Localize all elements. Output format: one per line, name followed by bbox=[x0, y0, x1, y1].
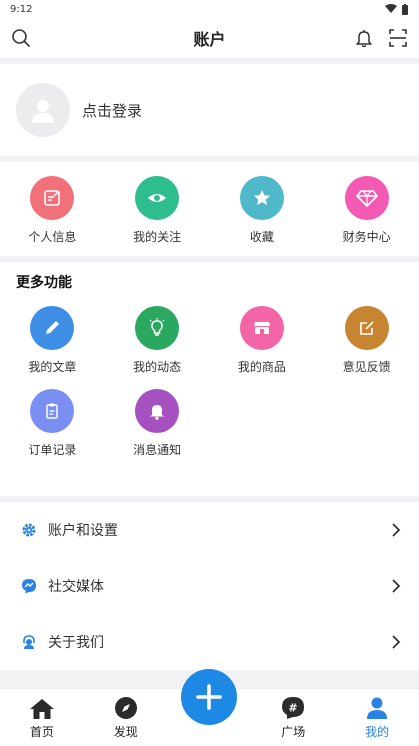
edit-icon bbox=[30, 176, 75, 220]
settings-list: 账户和设置 社交媒体 关于我们 bbox=[0, 502, 419, 670]
feature-label: 我的商品 bbox=[237, 360, 286, 374]
feature-my-articles[interactable]: 我的文章 bbox=[0, 306, 105, 375]
settings-item-account[interactable]: 账户和设置 bbox=[0, 502, 419, 558]
chevron-right-icon bbox=[389, 579, 403, 593]
tab-label: 发现 bbox=[113, 725, 138, 739]
more-features: 更多功能 我的文章 我的动态 我的商品 意见反馈 订单记录 消息通知 bbox=[0, 262, 419, 496]
settings-item-label: 账户和设置 bbox=[48, 523, 118, 539]
bell-icon bbox=[135, 389, 180, 433]
eye-icon bbox=[135, 176, 180, 220]
status-bar: 9:12 bbox=[0, 0, 419, 18]
tab-square[interactable]: # 广场 bbox=[251, 689, 335, 746]
login-text[interactable]: 点击登录 bbox=[82, 100, 142, 121]
user-placeholder-icon bbox=[32, 100, 54, 123]
feature-notifications[interactable]: 消息通知 bbox=[105, 389, 210, 458]
feedback-icon bbox=[344, 306, 389, 350]
header: 账户 bbox=[0, 18, 419, 58]
add-button[interactable] bbox=[181, 669, 238, 725]
more-features-row: 订单记录 消息通知 bbox=[0, 389, 419, 458]
scan-icon[interactable] bbox=[387, 27, 409, 49]
settings-item-label: 社交媒体 bbox=[48, 579, 104, 595]
diamond-icon bbox=[344, 176, 389, 220]
more-features-row: 我的文章 我的动态 我的商品 意见反馈 bbox=[0, 306, 419, 375]
tab-mine[interactable]: 我的 bbox=[335, 689, 419, 746]
settings-item-about[interactable]: 关于我们 bbox=[0, 614, 419, 670]
quick-item-label: 我的关注 bbox=[133, 230, 182, 244]
clipboard-icon bbox=[30, 389, 75, 433]
quick-item-label: 收藏 bbox=[249, 230, 274, 244]
quick-actions: 个人信息 我的关注 收藏 财务中心 bbox=[0, 162, 419, 256]
star-icon bbox=[239, 176, 284, 220]
support-icon bbox=[20, 633, 38, 651]
wifi-icon bbox=[385, 4, 397, 13]
battery-icon bbox=[402, 3, 408, 15]
feature-label: 订单记录 bbox=[28, 443, 77, 457]
pencil-icon bbox=[30, 306, 75, 350]
plus-icon bbox=[196, 684, 223, 710]
store-icon bbox=[239, 306, 284, 350]
tab-label: 首页 bbox=[29, 725, 54, 739]
feature-my-products[interactable]: 我的商品 bbox=[210, 306, 315, 375]
bottom-tab-bar: 首页 发现 # 广场 我的 bbox=[0, 669, 419, 746]
settings-item-label: 关于我们 bbox=[48, 635, 104, 651]
messenger-icon bbox=[20, 577, 38, 595]
avatar[interactable] bbox=[16, 83, 70, 137]
quick-item-following[interactable]: 我的关注 bbox=[105, 162, 210, 256]
feature-feedback[interactable]: 意见反馈 bbox=[314, 306, 419, 375]
quick-item-favorites[interactable]: 收藏 bbox=[210, 162, 315, 256]
feature-my-posts[interactable]: 我的动态 bbox=[105, 306, 210, 375]
tab-home[interactable]: 首页 bbox=[0, 689, 84, 746]
tab-label: 广场 bbox=[281, 725, 306, 739]
feature-label: 我的动态 bbox=[133, 360, 182, 374]
tab-label: 我的 bbox=[365, 725, 390, 739]
fab-container bbox=[168, 669, 252, 746]
quick-item-label: 财务中心 bbox=[342, 230, 391, 244]
section-title: 更多功能 bbox=[16, 275, 72, 291]
chevron-right-icon bbox=[389, 635, 403, 649]
compass-icon bbox=[114, 697, 137, 719]
user-icon bbox=[367, 697, 388, 719]
search-icon[interactable] bbox=[10, 27, 32, 49]
feature-label: 意见反馈 bbox=[342, 360, 391, 374]
quick-item-finance[interactable]: 财务中心 bbox=[314, 162, 419, 256]
lightbulb-icon bbox=[135, 306, 180, 350]
login-card[interactable]: 点击登录 bbox=[0, 64, 419, 156]
quick-item-profile-info[interactable]: 个人信息 bbox=[0, 162, 105, 256]
bell-icon[interactable] bbox=[353, 27, 375, 49]
svg-text:#: # bbox=[289, 702, 298, 715]
feature-label: 我的文章 bbox=[28, 360, 77, 374]
status-time: 9:12 bbox=[10, 3, 33, 15]
feature-order-history[interactable]: 订单记录 bbox=[0, 389, 105, 458]
home-icon bbox=[29, 699, 54, 719]
hashtag-icon: # bbox=[282, 697, 305, 719]
feature-label: 消息通知 bbox=[133, 443, 182, 457]
quick-item-label: 个人信息 bbox=[28, 230, 77, 244]
gear-icon bbox=[20, 521, 38, 539]
status-icons bbox=[385, 3, 409, 15]
tab-discover[interactable]: 发现 bbox=[84, 689, 168, 746]
settings-item-social[interactable]: 社交媒体 bbox=[0, 558, 419, 614]
chevron-right-icon bbox=[389, 523, 403, 537]
